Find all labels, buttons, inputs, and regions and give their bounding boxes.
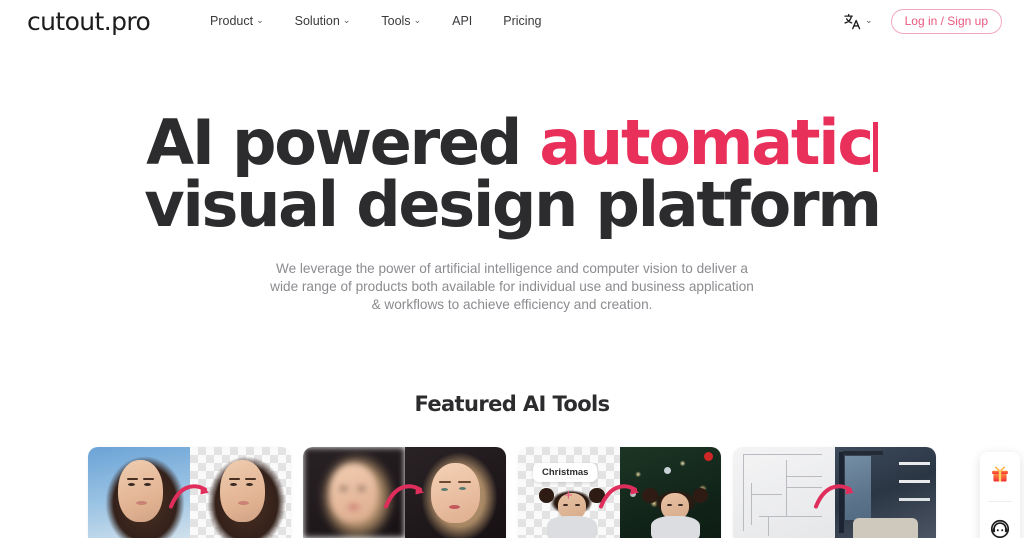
- nav-label: API: [452, 14, 473, 28]
- subtitle-line-2: wide range of products both available fo…: [270, 279, 754, 294]
- nav-item-product[interactable]: Product ⌄: [210, 14, 264, 28]
- site-header: cutout.pro Product ⌄ Solution ⌄ Tools ⌄ …: [0, 0, 1024, 45]
- chevron-down-icon: ⌄: [256, 14, 264, 25]
- text-cursor: [872, 122, 878, 172]
- transform-arrow-icon: [382, 480, 428, 515]
- main-navigation: Product ⌄ Solution ⌄ Tools ⌄ API Pricing: [210, 14, 541, 28]
- headline-line2: visual design platform: [144, 168, 882, 241]
- nav-label: Solution: [294, 14, 340, 28]
- page-title: AI powered automatic visual design platf…: [0, 112, 1024, 236]
- translate-icon: [843, 12, 862, 31]
- floating-action-widget: [980, 452, 1020, 538]
- subtitle-line-1: We leverage the power of artificial inte…: [275, 261, 748, 276]
- tool-card-interior-design[interactable]: [733, 447, 936, 538]
- tool-card-background-generator[interactable]: Christmas +: [518, 447, 721, 538]
- header-actions: ⌄ Log in / Sign up: [843, 9, 1002, 34]
- chevron-down-icon: ⌄: [342, 14, 351, 25]
- transform-arrow-icon: [812, 480, 858, 515]
- nav-label: Product: [210, 14, 254, 28]
- plus-icon: +: [564, 487, 573, 504]
- support-agent-icon[interactable]: [987, 516, 1013, 538]
- chevron-down-icon: ⌄: [413, 14, 422, 25]
- tool-card-photo-enhancer[interactable]: [303, 447, 506, 538]
- subtitle-line-3: & workflows to achieve efficiency and cr…: [371, 297, 653, 312]
- background-prompt-label: Christmas: [533, 463, 598, 482]
- login-signup-button[interactable]: Log in / Sign up: [890, 9, 1002, 34]
- nav-item-api[interactable]: API: [452, 14, 472, 28]
- nav-label: Tools: [381, 14, 411, 28]
- hero-subtitle: We leverage the power of artificial inte…: [212, 260, 812, 314]
- nav-label: Pricing: [503, 14, 542, 28]
- widget-divider: [988, 501, 1012, 502]
- transform-arrow-icon: [597, 480, 643, 515]
- hero-section: AI powered automatic visual design platf…: [0, 112, 1024, 314]
- language-switcher[interactable]: ⌄: [843, 12, 873, 31]
- chevron-down-icon: ⌄: [865, 15, 873, 25]
- gift-icon[interactable]: [987, 461, 1013, 487]
- featured-tools-list: Christmas +: [88, 447, 936, 538]
- logo[interactable]: cutout.pro: [27, 7, 151, 36]
- nav-item-pricing[interactable]: Pricing: [503, 14, 541, 28]
- nav-item-tools[interactable]: Tools ⌄: [381, 14, 421, 28]
- tool-card-background-remover[interactable]: [88, 447, 291, 538]
- featured-tools-heading: Featured AI Tools: [414, 392, 610, 416]
- nav-item-solution[interactable]: Solution ⌄: [295, 14, 351, 28]
- transform-arrow-icon: [167, 480, 213, 515]
